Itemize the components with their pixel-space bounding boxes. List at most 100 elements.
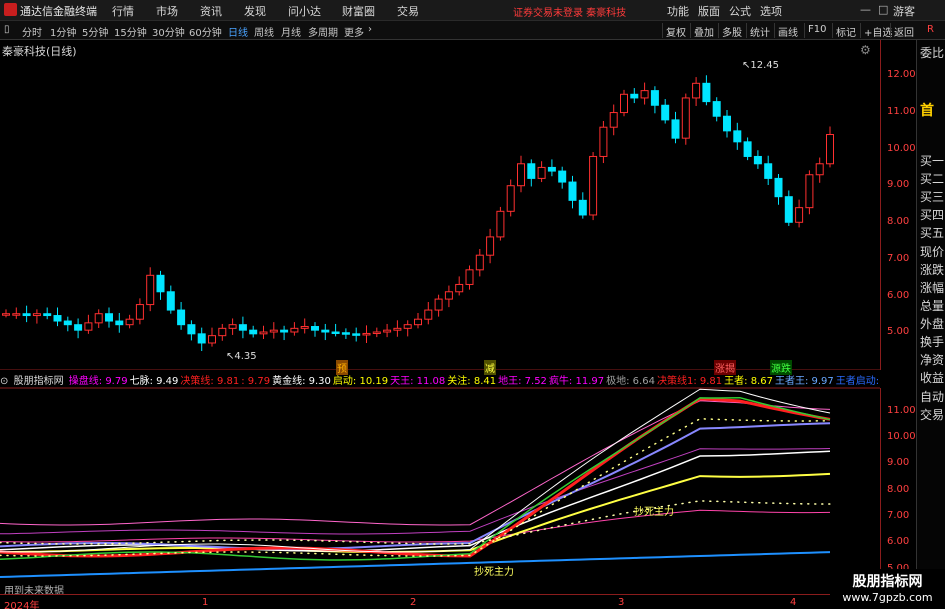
- side-item[interactable]: 外盘: [920, 315, 944, 332]
- candle-body: [290, 327, 299, 333]
- period-30min[interactable]: 30分钟: [152, 24, 185, 39]
- candle-body: [527, 163, 536, 179]
- period-monthly[interactable]: 月线: [281, 24, 301, 39]
- side-item[interactable]: 委比: [920, 44, 944, 61]
- login-status[interactable]: 证券交易未登录 秦豪科技: [513, 4, 626, 19]
- ind-tick: 6.00: [887, 536, 910, 547]
- menu-ask[interactable]: 问小达: [288, 3, 321, 19]
- period-timeshare[interactable]: 分时: [22, 24, 42, 39]
- side-item[interactable]: 交易: [920, 406, 944, 423]
- period-15min[interactable]: 15分钟: [114, 24, 147, 39]
- stats-button[interactable]: 统计: [746, 23, 773, 39]
- period-60min[interactable]: 60分钟: [189, 24, 222, 39]
- candle-body: [2, 313, 10, 316]
- candle-body: [383, 329, 392, 333]
- minimize-button[interactable]: —: [860, 3, 871, 16]
- menu-formula[interactable]: 公式: [729, 3, 751, 19]
- overlay-button[interactable]: 叠加: [690, 23, 717, 39]
- chevron-right-icon[interactable]: ›: [368, 24, 372, 35]
- indicator-value: 天王: 11.08: [390, 376, 446, 387]
- ind-tick: 10.00: [887, 431, 916, 442]
- user-label[interactable]: 游客: [893, 3, 915, 19]
- period-weekly[interactable]: 周线: [254, 24, 274, 39]
- period-multi[interactable]: 多周期: [308, 24, 338, 39]
- candle-body: [269, 329, 278, 333]
- candle-body: [105, 313, 113, 322]
- candle-body: [218, 327, 227, 337]
- period-more[interactable]: 更多: [344, 24, 364, 39]
- price-tick: 6.00: [887, 290, 910, 301]
- price-tick: 7.00: [887, 253, 910, 264]
- candle-body: [455, 283, 464, 293]
- side-item[interactable]: 自动: [920, 388, 944, 405]
- candle-body: [43, 313, 52, 317]
- period-daily[interactable]: 日线: [228, 24, 248, 39]
- candle-body: [640, 90, 649, 99]
- candle-body: [372, 331, 381, 334]
- side-item[interactable]: 净资: [920, 351, 944, 368]
- side-item[interactable]: 换手: [920, 333, 944, 350]
- period-1min[interactable]: 1分钟: [50, 24, 76, 39]
- menu-quotes[interactable]: 行情: [112, 3, 134, 19]
- menu-trade[interactable]: 交易: [397, 3, 419, 19]
- app-title: 通达信金融终端: [20, 5, 97, 18]
- indicator-chart[interactable]: [0, 372, 880, 594]
- side-item[interactable]: 买五: [920, 224, 944, 241]
- candle-body: [22, 313, 31, 317]
- indicator-value: : 9.79: [241, 376, 271, 387]
- adjust-button[interactable]: 复权: [662, 23, 689, 39]
- candle-body: [321, 329, 330, 333]
- indicator-value: 王者启动: 9.51: [835, 376, 880, 387]
- price-tick: 5.00: [887, 326, 910, 337]
- menu-news[interactable]: 资讯: [200, 3, 222, 19]
- side-header[interactable]: R: [916, 21, 945, 40]
- side-item[interactable]: 买一: [920, 152, 944, 169]
- indicator-collapse-icon[interactable]: ⊙: [0, 376, 8, 387]
- candle-body: [599, 126, 608, 157]
- period-5min[interactable]: 5分钟: [82, 24, 108, 39]
- side-item[interactable]: 首: [920, 100, 934, 120]
- candle-body: [486, 236, 495, 256]
- side-item[interactable]: 买三: [920, 188, 944, 205]
- menu-layout[interactable]: 版面: [698, 3, 720, 19]
- candle-body: [496, 210, 505, 238]
- maximize-button[interactable]: □: [878, 3, 888, 16]
- candle-body: [362, 332, 371, 336]
- side-item[interactable]: 总量: [920, 297, 944, 314]
- date-tick: 3: [618, 597, 625, 608]
- candle-body: [537, 166, 546, 179]
- indicator-value: 七脉: 9.49: [129, 376, 179, 387]
- candle-body: [815, 163, 824, 176]
- settings-icon[interactable]: ⚙: [860, 43, 871, 57]
- side-item[interactable]: 收益: [920, 369, 944, 386]
- ind-tick: 7.00: [887, 510, 910, 521]
- draw-button[interactable]: 画线: [774, 23, 801, 39]
- menu-function[interactable]: 功能: [667, 3, 689, 19]
- menu-market[interactable]: 市场: [156, 3, 178, 19]
- side-item[interactable]: 现价: [920, 243, 944, 260]
- candle-body: [125, 318, 134, 326]
- sidebar-toggle-icon[interactable]: ▯: [4, 24, 10, 35]
- menu-options[interactable]: 选项: [760, 3, 782, 19]
- candle-body: [753, 155, 762, 165]
- side-item[interactable]: 涨跌: [920, 261, 944, 278]
- candle-body: [53, 315, 62, 322]
- f10-button[interactable]: F10: [804, 23, 829, 38]
- kline-chart[interactable]: ↖12.45 ↖4.35: [0, 40, 880, 370]
- candle-body: [620, 93, 628, 114]
- menu-discover[interactable]: 发现: [244, 3, 266, 19]
- indicator-name[interactable]: 股朋指标网: [14, 376, 64, 387]
- side-item[interactable]: 涨幅: [920, 279, 944, 296]
- menu-wealth[interactable]: 财富圈: [342, 3, 375, 19]
- mark-button[interactable]: 标记: [832, 23, 859, 39]
- back-button[interactable]: 返回: [890, 23, 917, 39]
- candle-body: [681, 97, 690, 139]
- candle-body: [177, 309, 186, 326]
- candle-body: [702, 82, 711, 103]
- date-tick: 1: [202, 597, 209, 608]
- side-item[interactable]: 买四: [920, 206, 944, 223]
- side-item[interactable]: 买二: [920, 170, 944, 187]
- multi-stock-button[interactable]: 多股: [718, 23, 745, 39]
- price-tick: 12.00: [887, 69, 916, 80]
- candle-body: [733, 130, 742, 143]
